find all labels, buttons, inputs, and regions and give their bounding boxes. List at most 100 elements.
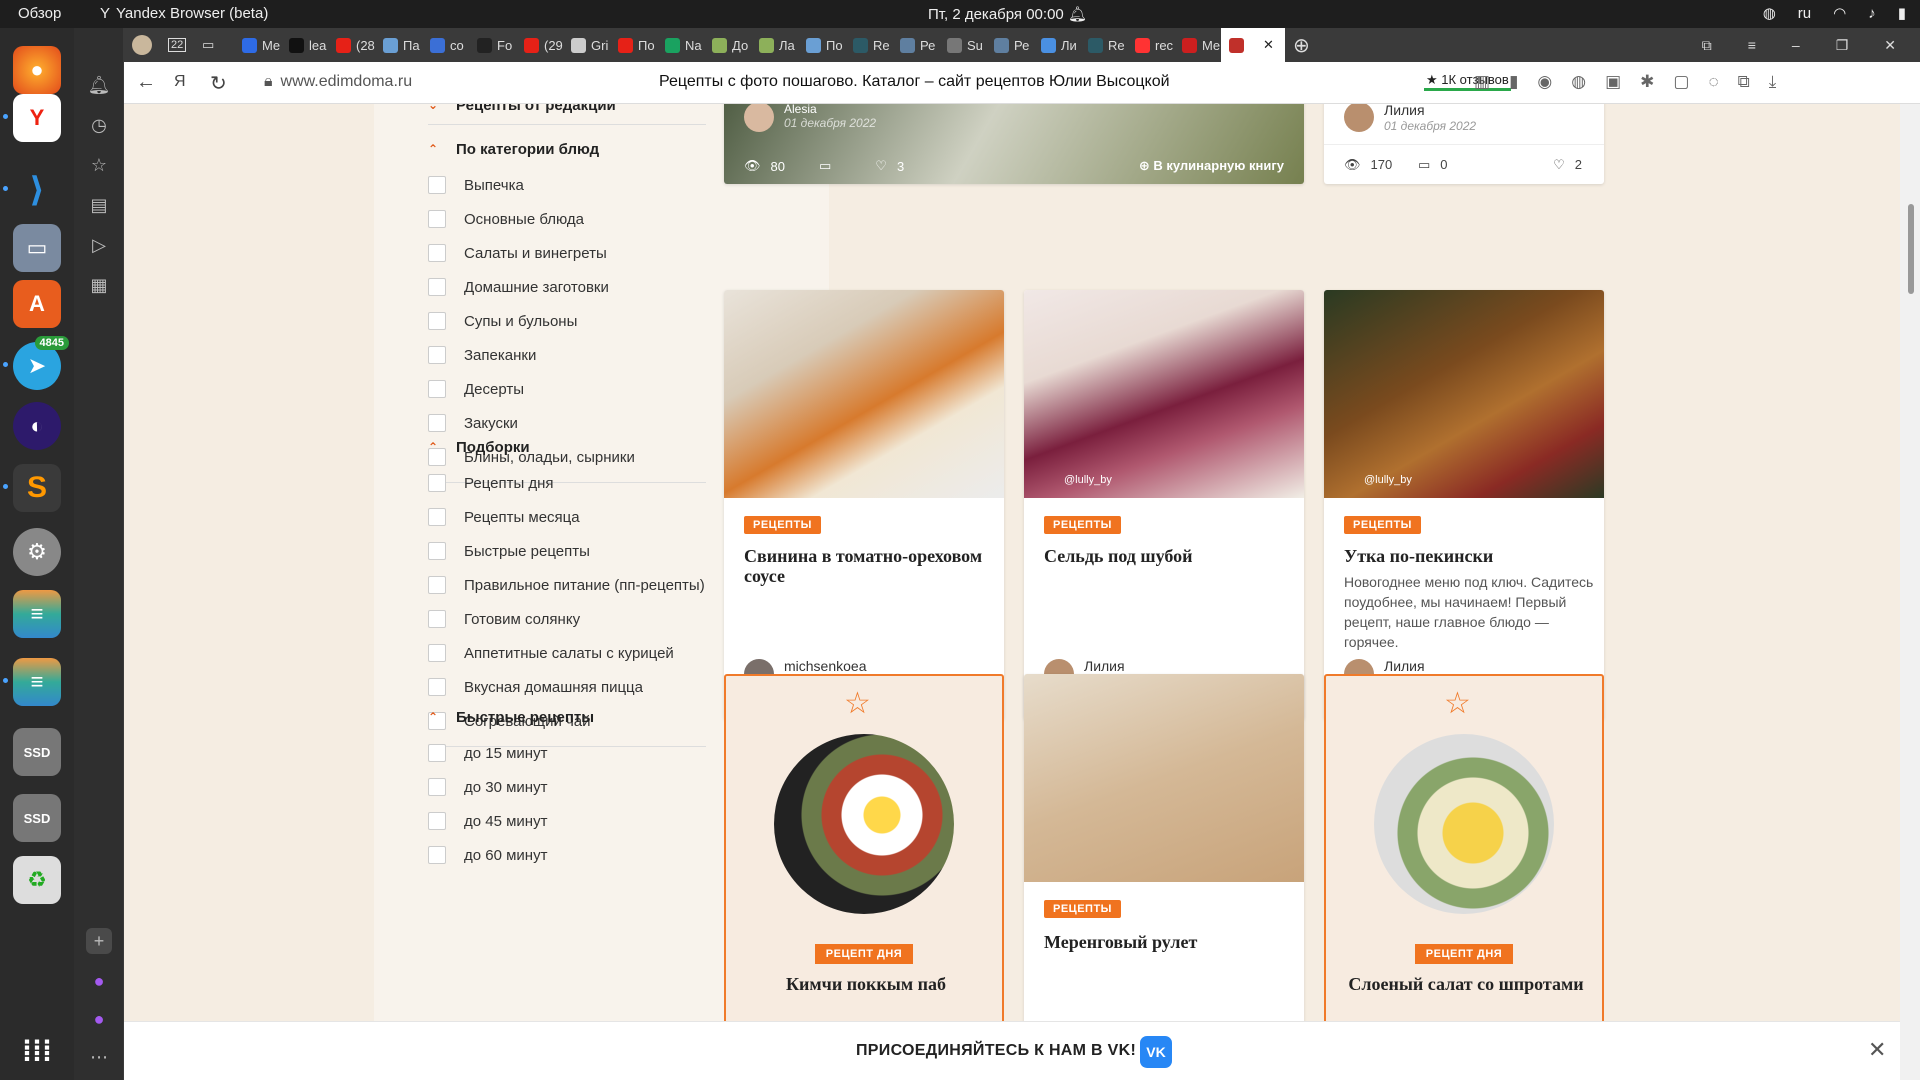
layers-app-icon[interactable]: ≡ bbox=[13, 590, 61, 638]
checkbox[interactable] bbox=[428, 744, 446, 762]
tab-4[interactable]: co bbox=[422, 28, 469, 62]
tab-9[interactable]: Na bbox=[657, 28, 704, 62]
filter-group-header[interactable]: ⌄ Рецепты от редакции bbox=[428, 104, 706, 116]
recipe-card[interactable]: @lully_by РЕЦЕПТЫ Сельдь под шубой Лилия… bbox=[1024, 290, 1304, 720]
recipe-card-partial[interactable]: Alesia 01 декабря 2022 👁︎ 80 ▭ ♡ 3 ⊕ В кули… bbox=[724, 104, 1304, 184]
show-apps-icon[interactable]: ⁞⁞⁞ bbox=[13, 1028, 61, 1076]
recipe-tag[interactable]: РЕЦЕПТ ДНЯ bbox=[1326, 944, 1602, 964]
bookmarks-star-icon[interactable]: ☆ bbox=[86, 152, 112, 178]
media-play-icon[interactable]: ▷ bbox=[86, 232, 112, 258]
checkbox[interactable] bbox=[428, 278, 446, 296]
firefox-icon[interactable]: ● bbox=[13, 46, 61, 94]
checkbox[interactable] bbox=[428, 644, 446, 662]
settings-icon[interactable]: ⚙ bbox=[13, 528, 61, 576]
recipe-tag[interactable]: РЕЦЕПТ ДНЯ bbox=[726, 944, 1002, 964]
translate-icon[interactable]: ◍ bbox=[1571, 72, 1586, 92]
filter-checkbox-item[interactable]: до 15 минут bbox=[428, 736, 706, 770]
comments-stat[interactable]: ▭0 bbox=[1418, 157, 1448, 173]
ssd-drive-icon[interactable]: SSD bbox=[13, 728, 61, 776]
filter-group-header[interactable]: ⌃ Подборки bbox=[428, 436, 706, 458]
extension-icon-3[interactable]: ✱ bbox=[1640, 72, 1654, 92]
tab-2[interactable]: (28 bbox=[328, 28, 375, 62]
checkbox[interactable] bbox=[428, 542, 446, 560]
checkbox[interactable] bbox=[428, 210, 446, 228]
checkbox[interactable] bbox=[428, 312, 446, 330]
battery-icon[interactable]: ▮ bbox=[1898, 4, 1906, 22]
filter-checkbox-item[interactable]: до 45 минут bbox=[428, 804, 706, 838]
filter-checkbox-item[interactable]: Супы и бульоны bbox=[428, 304, 706, 338]
recipe-title[interactable]: Слоеный салат со шпротами bbox=[1336, 974, 1596, 994]
trash-icon[interactable]: ♻ bbox=[13, 856, 61, 904]
comments-stat[interactable]: ▭ bbox=[819, 158, 841, 174]
recipe-tag[interactable]: РЕЦЕПТЫ bbox=[1344, 516, 1421, 534]
keyboard-language[interactable]: ru bbox=[1798, 5, 1811, 22]
sublime-text-icon[interactable]: S bbox=[3, 464, 61, 512]
filter-group-header[interactable]: ⌃ Быстрые рецепты bbox=[428, 706, 706, 728]
recipe-tag[interactable]: РЕЦЕПТЫ bbox=[1044, 900, 1121, 918]
collections-icon[interactable]: ▤ bbox=[86, 192, 112, 218]
tab-10[interactable]: До bbox=[704, 28, 751, 62]
tab-19[interactable]: rec bbox=[1127, 28, 1174, 62]
recipe-card-partial-2[interactable]: Лилия 01 декабря 2022 👁︎ 170 ▭ 0 ♡ 2 bbox=[1324, 104, 1604, 184]
likes-stat[interactable]: ♡2 bbox=[1553, 157, 1582, 173]
tab-5[interactable]: Fo bbox=[469, 28, 516, 62]
tab-15[interactable]: Su bbox=[939, 28, 986, 62]
new-tab-button[interactable]: ⊕ bbox=[1285, 28, 1325, 62]
bookmark-icon[interactable]: ▮ bbox=[1509, 72, 1518, 92]
checkbox[interactable] bbox=[428, 576, 446, 594]
tab-20[interactable]: Me bbox=[1174, 28, 1221, 62]
vk-banner[interactable]: ПРИСОЕДИНЯЙТЕСЬ К НАМ В VK! VK ✕ bbox=[124, 1021, 1900, 1080]
recipe-title[interactable]: Утка по-пекински bbox=[1344, 546, 1594, 566]
checkbox[interactable] bbox=[428, 678, 446, 696]
tab-13[interactable]: Re bbox=[845, 28, 892, 62]
downloads-icon[interactable]: ⤓ bbox=[1769, 72, 1777, 92]
card-author[interactable]: Alesia 01 декабря 2022 bbox=[744, 104, 876, 132]
checkbox[interactable] bbox=[428, 176, 446, 194]
extension-icon[interactable]: ◉ bbox=[1537, 72, 1552, 92]
close-window-icon[interactable]: ✕ bbox=[1884, 37, 1896, 54]
filter-checkbox-item[interactable]: Выпечка bbox=[428, 168, 706, 202]
add-panel-icon[interactable]: + bbox=[86, 928, 112, 954]
tab-1[interactable]: lea bbox=[281, 28, 328, 62]
vk-logo-icon[interactable]: VK bbox=[1140, 1036, 1172, 1068]
tab-12[interactable]: По bbox=[798, 28, 845, 62]
tab-3[interactable]: Па bbox=[375, 28, 422, 62]
filter-checkbox-item[interactable]: Аппетитные салаты с курицей bbox=[428, 636, 706, 670]
recipe-title[interactable]: Кимчи поккым паб bbox=[736, 974, 996, 994]
filter-checkbox-item[interactable]: Основные блюда bbox=[428, 202, 706, 236]
filter-checkbox-item[interactable]: Десерты bbox=[428, 372, 706, 406]
telegram-icon[interactable]: ➤ 4845 bbox=[3, 336, 69, 390]
extension-icon-4[interactable]: ▢ bbox=[1673, 72, 1689, 92]
volume-icon[interactable]: ♪ bbox=[1868, 5, 1876, 22]
tab-counter[interactable]: 22 bbox=[160, 28, 194, 62]
checkbox[interactable] bbox=[428, 610, 446, 628]
alice-icon[interactable]: ● bbox=[86, 968, 112, 994]
card-author[interactable]: Лилия01 декабря 2022 bbox=[1344, 104, 1476, 134]
app-menu[interactable]: Y Yandex Browser (beta) bbox=[100, 5, 268, 22]
recipe-card[interactable]: РЕЦЕПТЫ Меренговый рулет bbox=[1024, 674, 1304, 1034]
tor-browser-icon[interactable]: ◐ bbox=[13, 402, 61, 450]
filter-checkbox-item[interactable]: Домашние заготовки bbox=[428, 270, 706, 304]
recipe-title[interactable]: Меренговый рулет bbox=[1044, 932, 1294, 952]
recipe-tag[interactable]: РЕЦЕПТЫ bbox=[744, 516, 821, 534]
back-icon[interactable]: ← bbox=[136, 71, 156, 94]
yandex-browser-icon[interactable]: Y bbox=[3, 94, 61, 142]
filter-checkbox-item[interactable]: Вкусная домашняя пицца bbox=[428, 670, 706, 704]
checkbox[interactable] bbox=[428, 244, 446, 262]
likes-stat[interactable]: ♡ 3 bbox=[875, 158, 904, 174]
globe-icon[interactable]: ◍ bbox=[1763, 4, 1776, 22]
recipe-card[interactable]: @lully_by РЕЦЕПТЫ Утка по-пекински Новог… bbox=[1324, 290, 1604, 720]
filter-checkbox-item[interactable]: Готовим солянку bbox=[428, 602, 706, 636]
software-center-icon[interactable]: A bbox=[13, 280, 61, 328]
activities-button[interactable]: Обзор bbox=[18, 5, 61, 22]
checkbox[interactable] bbox=[428, 812, 446, 830]
profile-avatar[interactable] bbox=[124, 28, 160, 62]
scrollbar-thumb[interactable] bbox=[1908, 204, 1914, 294]
extensions-icon[interactable]: ⧉ bbox=[1738, 72, 1750, 92]
tab-16[interactable]: Ре bbox=[986, 28, 1033, 62]
layers-app-icon-2[interactable]: ≡ bbox=[3, 658, 61, 706]
filter-checkbox-item[interactable]: Рецепты месяца bbox=[428, 500, 706, 534]
history-icon[interactable]: ◷ bbox=[86, 112, 112, 138]
checkbox[interactable] bbox=[428, 380, 446, 398]
tab-8[interactable]: По bbox=[610, 28, 657, 62]
